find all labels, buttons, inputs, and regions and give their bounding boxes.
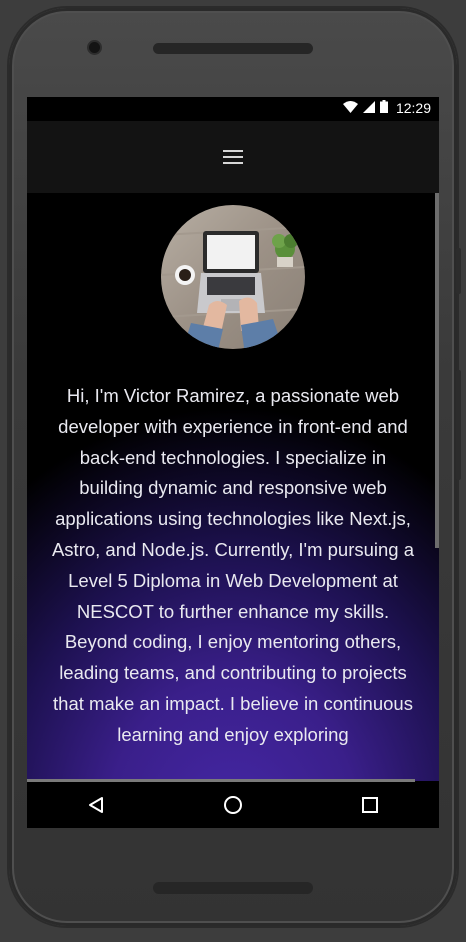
bio-paragraph-1: Hi, I'm Victor Ramirez, a passionate web… — [51, 385, 415, 622]
profile-avatar — [161, 205, 305, 349]
bio-text: Hi, I'm Victor Ramirez, a passionate web… — [47, 381, 419, 751]
wifi-icon — [342, 100, 358, 116]
home-circle-icon[interactable] — [213, 785, 253, 825]
bottom-speaker — [153, 882, 313, 894]
status-bar: 12:29 — [27, 97, 439, 121]
recents-square-icon[interactable] — [350, 785, 390, 825]
phone-frame: 12:29 Hi, I'm Victor Ramirez, a passiona… — [9, 8, 461, 926]
front-camera — [89, 42, 100, 53]
status-time: 12:29 — [395, 100, 431, 116]
android-nav-bar — [27, 782, 439, 828]
app-header — [27, 121, 439, 193]
power-button — [456, 248, 461, 294]
volume-button — [456, 370, 461, 480]
about-section: Hi, I'm Victor Ramirez, a passionate web… — [27, 193, 439, 781]
back-triangle-icon[interactable] — [76, 785, 116, 825]
vertical-scrollbar[interactable] — [435, 193, 439, 548]
device-screen: 12:29 Hi, I'm Victor Ramirez, a passiona… — [27, 97, 439, 828]
earpiece-speaker — [153, 43, 313, 54]
signal-icon — [362, 100, 375, 116]
battery-icon — [379, 100, 388, 116]
bio-paragraph-2: Beyond coding, I enjoy mentoring others,… — [53, 631, 413, 745]
hamburger-menu-icon[interactable] — [220, 146, 246, 168]
